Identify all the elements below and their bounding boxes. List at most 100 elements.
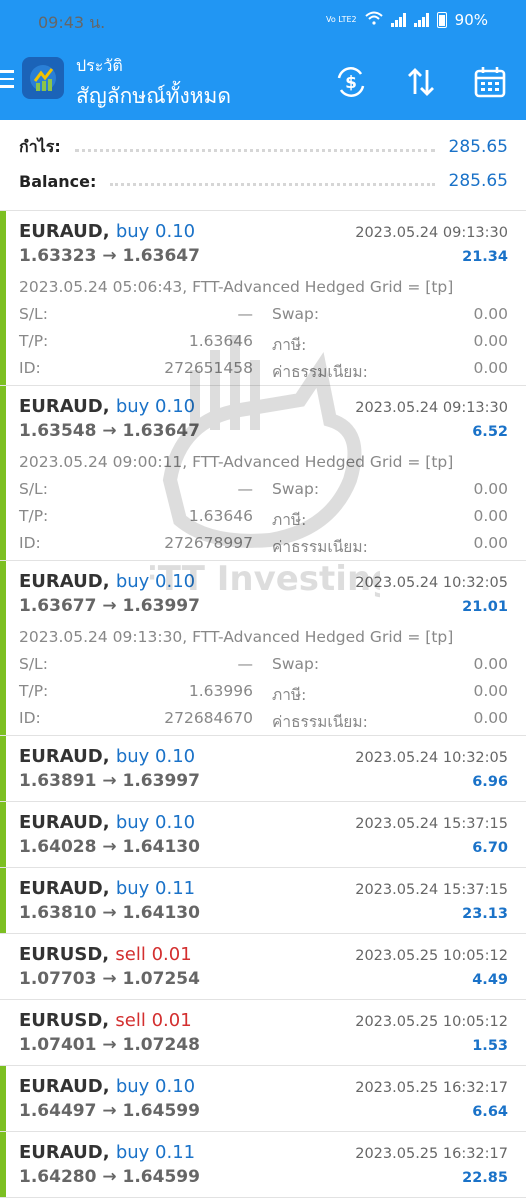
deal-volume: buy 0.10 bbox=[115, 1076, 196, 1097]
deal-time: 2023.05.25 16:32:17 bbox=[355, 1080, 508, 1096]
deal-time: 2023.05.24 15:37:15 bbox=[355, 882, 508, 898]
tp-value: 1.63996 bbox=[188, 682, 253, 700]
deal-profit: 4.49 bbox=[472, 972, 508, 988]
deal-prices: 1.63810 → 1.64130 bbox=[19, 903, 200, 923]
deal-prices: 1.64028 → 1.64130 bbox=[19, 837, 200, 857]
deal-symbol: EURUSD, sell 0.01 bbox=[19, 944, 192, 965]
balance-row: Balance: 285.65 bbox=[19, 166, 508, 196]
symbol-name: EURUSD, bbox=[19, 944, 110, 965]
fee-label: ค่าธรรมเนียม: bbox=[272, 713, 368, 731]
app-subtitle: สัญลักษณ์ทั้งหมด bbox=[76, 84, 232, 108]
fee-value: 0.00 bbox=[473, 534, 508, 552]
buy-indicator-bar bbox=[0, 1066, 6, 1131]
buy-indicator-bar bbox=[0, 561, 6, 735]
dollar-refresh-icon[interactable]: $ bbox=[333, 64, 369, 100]
deal-symbol: EURAUD, buy 0.10 bbox=[19, 1076, 195, 1097]
sl-value: — bbox=[237, 655, 254, 673]
deal-volume: buy 0.10 bbox=[115, 396, 196, 417]
deal-time: 2023.05.25 16:32:17 bbox=[355, 1146, 508, 1162]
deal-row[interactable]: EURAUD, buy 0.10 1.63891 → 1.63997 2023.05… bbox=[0, 736, 526, 802]
deal-row[interactable]: EURAUD, buy 0.10 1.63677 → 1.63997 2023.05… bbox=[0, 561, 526, 736]
deal-prices: 1.07703 → 1.07254 bbox=[19, 969, 200, 989]
deal-volume: buy 0.10 bbox=[115, 812, 196, 833]
dotted-leader bbox=[110, 182, 435, 186]
buy-indicator-bar bbox=[0, 868, 6, 933]
deal-row[interactable]: EURAUD, buy 0.10 1.63548 → 1.63647 2023.05… bbox=[0, 386, 526, 561]
deal-prices: 1.64497 → 1.64599 bbox=[19, 1101, 200, 1121]
menu-icon[interactable] bbox=[0, 70, 14, 93]
deal-profit: 23.13 bbox=[462, 906, 508, 922]
summary-panel: กำไร: 285.65 Balance: 285.65 bbox=[0, 120, 526, 211]
tp-label: T/P: bbox=[19, 682, 49, 700]
deal-prices: 1.63677 → 1.63997 bbox=[19, 596, 200, 616]
deal-profit: 22.85 bbox=[462, 1170, 508, 1186]
deal-time: 2023.05.25 10:05:12 bbox=[355, 1014, 508, 1030]
sl-value: — bbox=[237, 305, 254, 323]
tax-label: ภาษี: bbox=[272, 336, 307, 354]
volte-indicator: Vo LTE2 bbox=[325, 15, 357, 24]
symbol-name: EURAUD, bbox=[19, 571, 110, 592]
swap-value: 0.00 bbox=[473, 655, 508, 673]
svg-text:$: $ bbox=[345, 73, 357, 93]
sl-label: S/L: bbox=[19, 305, 48, 323]
tax-label: ภาษี: bbox=[272, 511, 307, 529]
app-logo bbox=[22, 57, 64, 99]
deal-symbol: EURAUD, buy 0.11 bbox=[19, 878, 195, 899]
deal-symbol: EURAUD, buy 0.10 bbox=[19, 221, 195, 242]
deal-profit: 6.64 bbox=[472, 1104, 508, 1120]
buy-indicator-bar bbox=[0, 1132, 6, 1197]
app-bar: ประวัติ สัญลักษณ์ทั้งหมด $ bbox=[0, 44, 526, 120]
deal-row[interactable]: EURUSD, sell 0.01 1.07401 → 1.07248 2023.0… bbox=[0, 1000, 526, 1066]
id-value: 272684670 bbox=[164, 709, 253, 727]
deal-prices: 1.63323 → 1.63647 bbox=[19, 246, 200, 266]
deal-profit: 6.96 bbox=[472, 774, 508, 790]
deal-profit: 1.53 bbox=[472, 1038, 508, 1054]
buy-indicator-bar bbox=[0, 211, 6, 385]
deal-comment: 2023.05.24 09:13:30, FTT-Advanced Hedged… bbox=[19, 628, 454, 646]
deal-volume: buy 0.10 bbox=[115, 571, 196, 592]
app-title: ประวัติ bbox=[76, 56, 123, 75]
deal-time: 2023.05.24 09:13:30 bbox=[355, 400, 508, 416]
deal-time: 2023.05.24 15:37:15 bbox=[355, 816, 508, 832]
tax-label: ภาษี: bbox=[272, 686, 307, 704]
deal-row[interactable]: EURAUD, buy 0.10 1.63323 → 1.63647 2023.05… bbox=[0, 211, 526, 386]
deal-volume: buy 0.10 bbox=[115, 221, 196, 242]
deal-row[interactable]: EURAUD, buy 0.11 1.64280 → 1.64599 2023.05… bbox=[0, 1132, 526, 1198]
deal-volume: sell 0.01 bbox=[115, 1010, 192, 1031]
battery-icon bbox=[436, 12, 447, 28]
deal-row[interactable]: EURAUD, buy 0.10 1.64497 → 1.64599 2023.05… bbox=[0, 1066, 526, 1132]
swap-label: Swap: bbox=[272, 655, 320, 673]
swap-value: 0.00 bbox=[473, 480, 508, 498]
deal-row[interactable]: EURAUD, buy 0.11 1.63810 → 1.64130 2023.05… bbox=[0, 868, 526, 934]
deal-time: 2023.05.24 09:13:30 bbox=[355, 225, 508, 241]
deal-comment: 2023.05.24 05:06:43, FTT-Advanced Hedged… bbox=[19, 278, 454, 296]
calendar-icon[interactable] bbox=[472, 64, 508, 100]
deal-row[interactable]: EURAUD, buy 0.10 1.64028 → 1.64130 2023.05… bbox=[0, 802, 526, 868]
signal-icon bbox=[390, 13, 406, 27]
deal-time: 2023.05.24 10:32:05 bbox=[355, 750, 508, 766]
symbol-name: EURAUD, bbox=[19, 878, 110, 899]
battery-level: 90% bbox=[454, 11, 488, 29]
deal-volume: sell 0.01 bbox=[115, 944, 192, 965]
deal-row[interactable]: EURUSD, sell 0.01 1.07703 → 1.07254 2023.0… bbox=[0, 934, 526, 1000]
tp-value: 1.63646 bbox=[188, 507, 253, 525]
sort-icon[interactable] bbox=[403, 64, 439, 100]
id-value: 272678997 bbox=[164, 534, 253, 552]
sl-label: S/L: bbox=[19, 480, 48, 498]
deal-time: 2023.05.24 10:32:05 bbox=[355, 575, 508, 591]
deal-symbol: EURAUD, buy 0.10 bbox=[19, 571, 195, 592]
deal-symbol: EURUSD, sell 0.01 bbox=[19, 1010, 192, 1031]
symbol-name: EURAUD, bbox=[19, 1142, 110, 1163]
signal-icon-2 bbox=[413, 13, 429, 27]
id-label: ID: bbox=[19, 709, 41, 727]
tax-value: 0.00 bbox=[473, 332, 508, 350]
profit-value: 285.65 bbox=[448, 137, 508, 157]
tp-label: T/P: bbox=[19, 332, 49, 350]
fee-value: 0.00 bbox=[473, 709, 508, 727]
deal-comment: 2023.05.24 09:00:11, FTT-Advanced Hedged… bbox=[19, 453, 454, 471]
id-label: ID: bbox=[19, 534, 41, 552]
symbol-name: EURAUD, bbox=[19, 221, 110, 242]
deal-profit: 6.52 bbox=[472, 424, 508, 440]
symbol-name: EURAUD, bbox=[19, 396, 110, 417]
sl-value: — bbox=[237, 480, 254, 498]
